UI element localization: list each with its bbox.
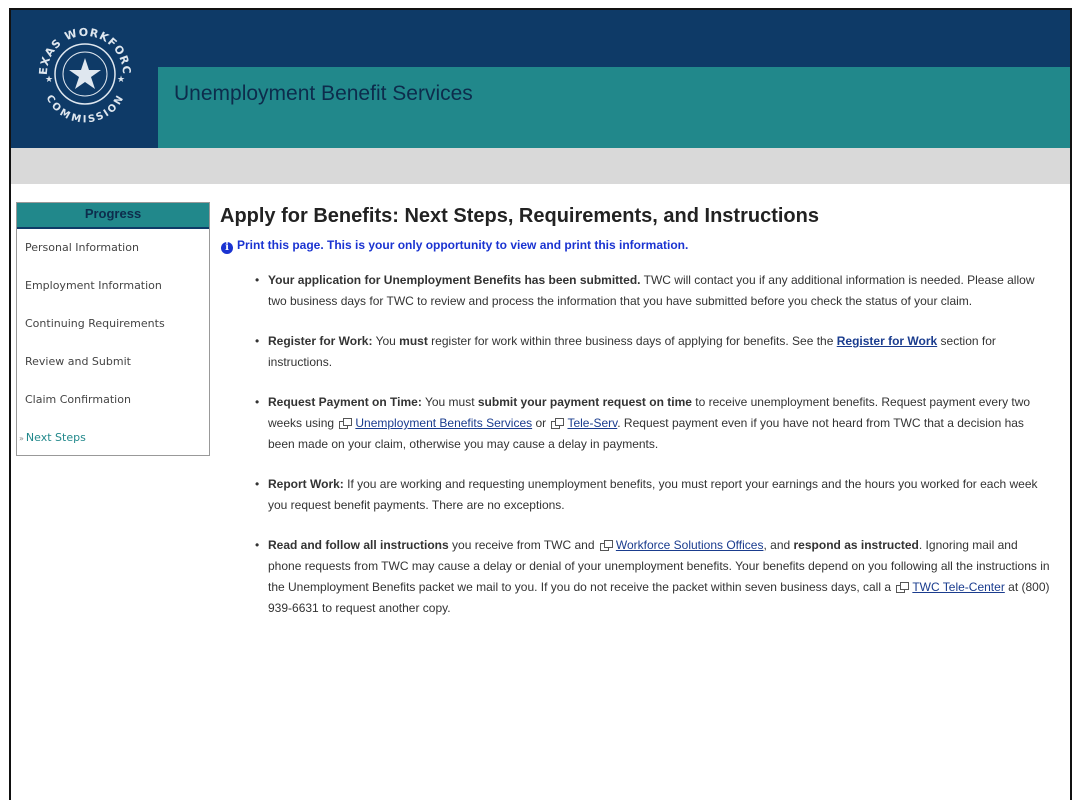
twc-tele-center-link[interactable]: TWC Tele-Center (912, 580, 1004, 594)
info-icon: i (221, 242, 233, 254)
progress-item-next-steps[interactable]: » Next Steps (17, 419, 209, 457)
progress-sidebar: Progress Personal Information Employment… (16, 202, 210, 456)
workforce-solutions-offices-link[interactable]: Workforce Solutions Offices (616, 538, 764, 552)
header-top-bar (158, 10, 1070, 67)
list-item-application-submitted: Your application for Unemployment Benefi… (255, 270, 1053, 312)
page-title: Apply for Benefits: Next Steps, Requirem… (220, 205, 819, 227)
logo-panel: TEXAS WORKFORCE COMMISSION ★ ★ (11, 10, 158, 148)
list-item-register-for-work: Register for Work: You must register for… (255, 331, 1053, 373)
svg-text:★: ★ (45, 74, 53, 84)
external-window-icon (339, 418, 353, 429)
progress-item-claim-confirmation[interactable]: Claim Confirmation (17, 381, 209, 419)
texas-workforce-seal-logo: TEXAS WORKFORCE COMMISSION ★ ★ (31, 20, 132, 126)
print-notice: i Print this page. This is your only oppo… (221, 238, 688, 254)
register-for-work-link[interactable]: Register for Work (837, 334, 937, 348)
header-band (158, 67, 1070, 148)
list-item-read-instructions: Read and follow all instructions you rec… (255, 535, 1053, 619)
list-item-report-work: Report Work: If you are working and requ… (255, 474, 1053, 516)
svg-text:COMMISSION: COMMISSION (43, 93, 126, 125)
next-steps-list: Your application for Unemployment Benefi… (255, 270, 1053, 619)
list-item-request-payment: Request Payment on Time: You must submit… (255, 392, 1053, 455)
svg-text:★: ★ (117, 74, 125, 84)
progress-item-employment-information[interactable]: Employment Information (17, 267, 209, 305)
progress-heading: Progress (17, 203, 209, 229)
tele-serv-link[interactable]: Tele-Serv (567, 416, 617, 430)
unemployment-benefits-services-link[interactable]: Unemployment Benefits Services (355, 416, 532, 430)
current-step-arrow-icon: » (19, 434, 24, 443)
external-window-icon (551, 418, 565, 429)
progress-item-review-and-submit[interactable]: Review and Submit (17, 343, 209, 381)
app-title: Unemployment Benefit Services (174, 82, 473, 105)
progress-item-personal-information[interactable]: Personal Information (17, 229, 209, 267)
external-window-icon (599, 540, 613, 551)
toolbar-strip (11, 148, 1070, 184)
progress-item-continuing-requirements[interactable]: Continuing Requirements (17, 305, 209, 343)
external-window-icon (896, 582, 910, 593)
